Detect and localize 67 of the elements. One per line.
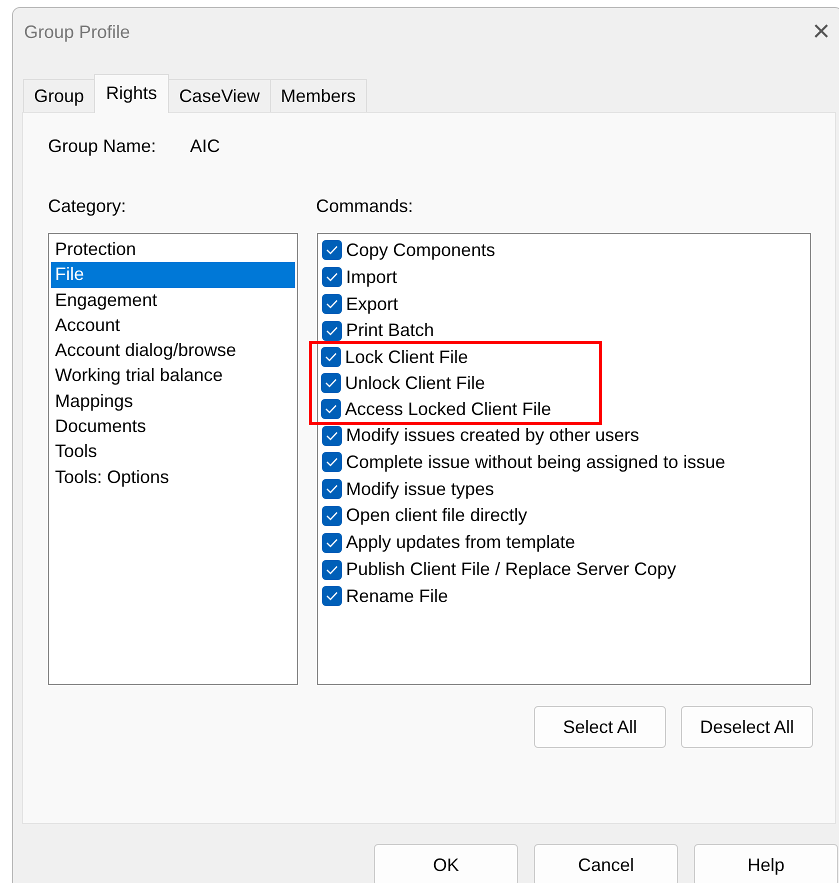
tab[interactable]: Rights [94, 74, 170, 113]
command-label: Modify issue types [346, 478, 494, 501]
category-label: Category: [48, 196, 126, 216]
checkbox[interactable] [321, 347, 341, 368]
checkbox[interactable] [321, 373, 341, 394]
dialog-button[interactable]: Select All [534, 706, 666, 748]
command-label: Copy Components [346, 238, 496, 262]
dialog-button[interactable]: Help [694, 844, 838, 883]
tab[interactable]: Members [270, 79, 367, 112]
checkbox[interactable] [322, 240, 342, 260]
category-list[interactable]: Protection File Engagement Account Account dialog/browse Working trial balance Mappings Documents Tools Tools: Options [48, 233, 298, 685]
command-label: Rename File [346, 584, 448, 608]
command-label: Access Locked Client File [345, 398, 552, 421]
command-label: Lock Client File [345, 346, 468, 369]
check-icon [326, 484, 338, 494]
checkbox[interactable] [322, 294, 342, 314]
command-label: Import [346, 266, 398, 289]
window-title: Group Profile [24, 20, 130, 44]
check-icon [325, 378, 337, 388]
check-icon [326, 298, 338, 309]
command-label: Unlock Client File [345, 372, 486, 395]
check-icon [326, 457, 338, 468]
command-label: Complete issue without being assigned to issue [346, 450, 726, 474]
check-icon [326, 430, 338, 441]
check-icon [326, 564, 338, 575]
checkbox[interactable] [322, 320, 342, 341]
category-item[interactable]: Account dialog/browse [51, 338, 295, 364]
tab[interactable]: Group [23, 79, 96, 112]
command-label: Apply updates from template [346, 531, 576, 554]
checkbox[interactable] [322, 426, 342, 446]
check-icon [326, 245, 338, 256]
commands-label: Commands: [316, 195, 414, 218]
checkbox[interactable] [322, 506, 342, 526]
command-label: Export [346, 292, 398, 316]
close-button[interactable]: × [808, 17, 834, 47]
category-item[interactable]: Working trial balance [51, 363, 295, 389]
command-label: Print Batch [346, 319, 434, 342]
category-item[interactable]: File [51, 262, 295, 288]
check-icon [326, 326, 338, 336]
check-icon [326, 591, 338, 602]
check-icon [326, 272, 338, 282]
category-item[interactable]: Tools [51, 439, 295, 465]
checkbox[interactable] [322, 267, 342, 288]
checkbox[interactable] [322, 479, 342, 500]
category-item[interactable]: Documents [51, 414, 295, 440]
command-label: Publish Client File / Replace Server Copy [346, 558, 676, 582]
checkbox[interactable] [322, 560, 342, 580]
check-icon [325, 352, 337, 362]
category-item[interactable]: Account [51, 312, 295, 338]
checkbox[interactable] [322, 586, 342, 606]
group-name-value: AIC [190, 135, 220, 158]
command-label: Open client file directly [346, 504, 528, 528]
category-item[interactable]: Mappings [51, 388, 295, 414]
category-item[interactable]: Engagement [51, 288, 295, 313]
dialog-button[interactable]: Cancel [534, 844, 678, 883]
checkbox[interactable] [322, 532, 342, 553]
check-icon [325, 404, 337, 414]
category-item[interactable]: Protection [51, 237, 295, 262]
command-label: Modify issues created by other users [346, 424, 640, 448]
category-item[interactable]: Tools: Options [51, 464, 295, 490]
check-icon [326, 510, 338, 521]
checkbox[interactable] [321, 399, 341, 420]
checkbox[interactable] [322, 452, 342, 472]
dialog-button[interactable]: Deselect All [681, 706, 813, 748]
check-icon [326, 538, 338, 548]
group-name-label: Group Name: [48, 135, 156, 158]
dialog-button[interactable]: OK [374, 844, 518, 883]
